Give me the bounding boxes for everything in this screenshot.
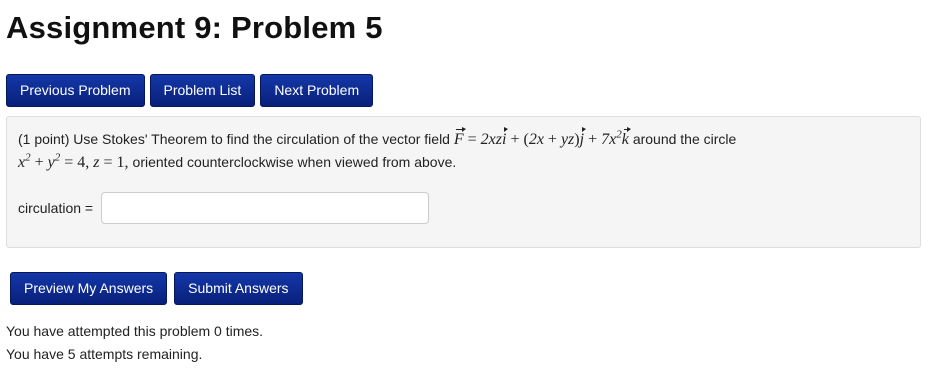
problem-list-button[interactable]: Problem List: [149, 74, 256, 107]
problem-text-intro: Use Stokes' Theorem to find the circulat…: [73, 131, 450, 147]
problem-statement-line-2: x2 + y2 = 4, z = 1, oriented countercloc…: [18, 151, 457, 172]
problem-statement-line-1: (1 point) Use Stokes' Theorem to find th…: [18, 127, 737, 149]
problem-navigation: Previous Problem Problem List Next Probl…: [6, 74, 374, 107]
circle-expression: x2 + y2 = 4, z = 1,: [18, 151, 129, 171]
circulation-answer-input[interactable]: [101, 192, 430, 224]
vector-field-expression: F = 2xzi + (2x + yz)j + 7x2k: [453, 127, 631, 148]
problem-text-orientation: oriented counterclockwise when viewed fr…: [132, 154, 457, 170]
submit-answers-button[interactable]: Submit Answers: [174, 272, 303, 305]
problem-points: (1 point): [18, 131, 70, 147]
answer-actions: Preview My Answers Submit Answers: [10, 272, 303, 305]
attempts-remaining-text: You have 5 attempts remaining.: [6, 346, 203, 362]
answer-row: circulation =: [18, 192, 430, 224]
preview-answers-button[interactable]: Preview My Answers: [10, 272, 168, 305]
circulation-label: circulation =: [18, 200, 94, 216]
next-problem-button[interactable]: Next Problem: [260, 74, 374, 107]
problem-box: (1 point) Use Stokes' Theorem to find th…: [6, 116, 921, 248]
previous-problem-button[interactable]: Previous Problem: [6, 74, 145, 107]
attempts-count-text: You have attempted this problem 0 times.: [6, 323, 264, 339]
page-title: Assignment 9: Problem 5: [6, 10, 383, 45]
problem-text-around: around the circle: [632, 131, 737, 147]
